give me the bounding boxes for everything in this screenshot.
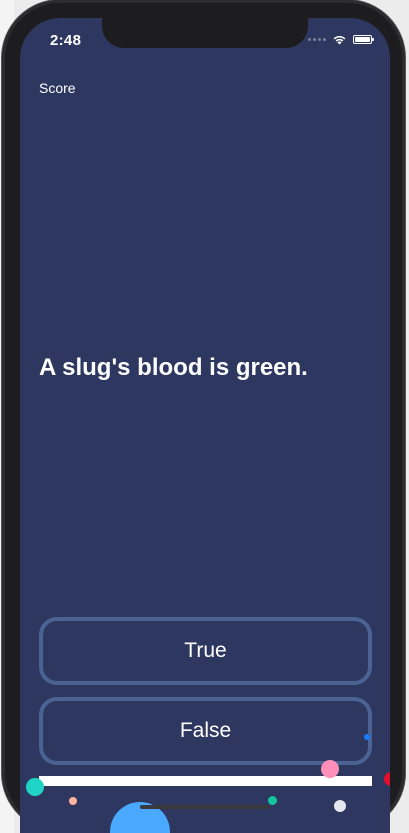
battery-icon: [353, 35, 374, 44]
confetti-dot: [334, 800, 346, 812]
status-icons: [308, 34, 374, 45]
true-button[interactable]: True: [39, 617, 372, 685]
confetti-dot: [364, 734, 370, 740]
progress-fill: [39, 776, 372, 786]
home-indicator: [140, 805, 270, 809]
confetti-dot: [69, 797, 77, 805]
confetti-dot: [321, 760, 339, 778]
confetti-dot: [268, 796, 277, 805]
wifi-icon: [333, 35, 346, 45]
progress-bar: [39, 776, 372, 786]
phone-frame: 2:48 Score A slug's blood is green. True…: [2, 0, 405, 833]
app-screen: 2:48 Score A slug's blood is green. True…: [20, 18, 390, 833]
confetti-dot: [384, 772, 390, 786]
score-label: Score: [39, 80, 76, 96]
status-time: 2:48: [50, 32, 82, 49]
cellular-signal-icon: [308, 38, 326, 41]
question-text: A slug's blood is green.: [39, 354, 308, 381]
confetti-dot: [26, 778, 44, 796]
notch: [102, 18, 308, 48]
false-button[interactable]: False: [39, 697, 372, 765]
